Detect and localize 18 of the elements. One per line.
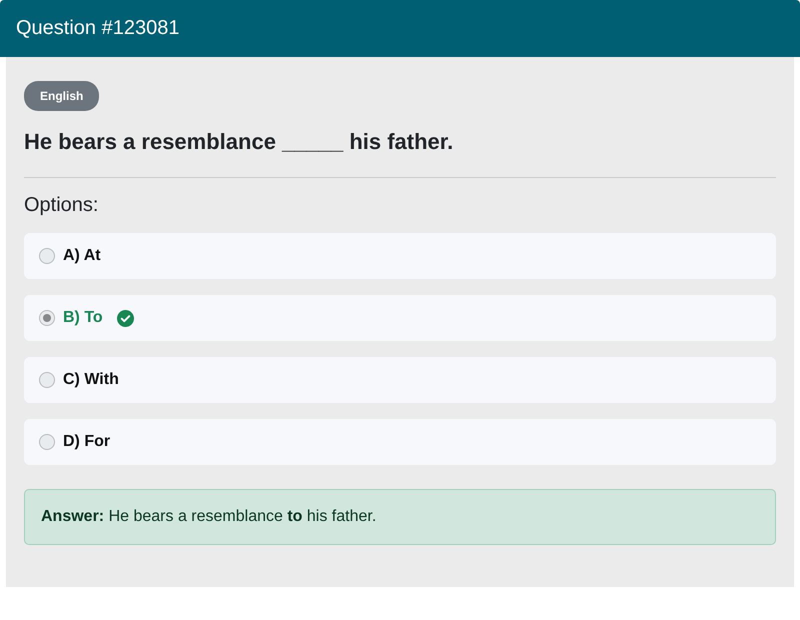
option-label: B) To [63, 309, 103, 327]
category-badge: English [24, 81, 100, 111]
option-item[interactable]: A) At [24, 233, 776, 279]
option-item[interactable]: C) With [24, 357, 776, 403]
option-label: C) With [63, 371, 119, 389]
radio-button[interactable] [39, 372, 55, 388]
option-label: D) For [63, 433, 110, 451]
radio-button[interactable] [39, 248, 55, 264]
answer-text: Answer: He bears a resemblance to his father. [24, 489, 776, 545]
check-circle-icon [116, 310, 134, 326]
option-label: A) At [63, 247, 101, 265]
option-item[interactable]: D) For [24, 419, 776, 465]
options-heading: Options: [24, 194, 100, 217]
option-item[interactable]: B) To [24, 295, 776, 341]
question-title: Question #123081 [16, 17, 180, 40]
question-text: He bears a resemblance _____ his father. [24, 129, 454, 155]
radio-button[interactable] [39, 310, 55, 326]
radio-button[interactable] [39, 434, 55, 450]
